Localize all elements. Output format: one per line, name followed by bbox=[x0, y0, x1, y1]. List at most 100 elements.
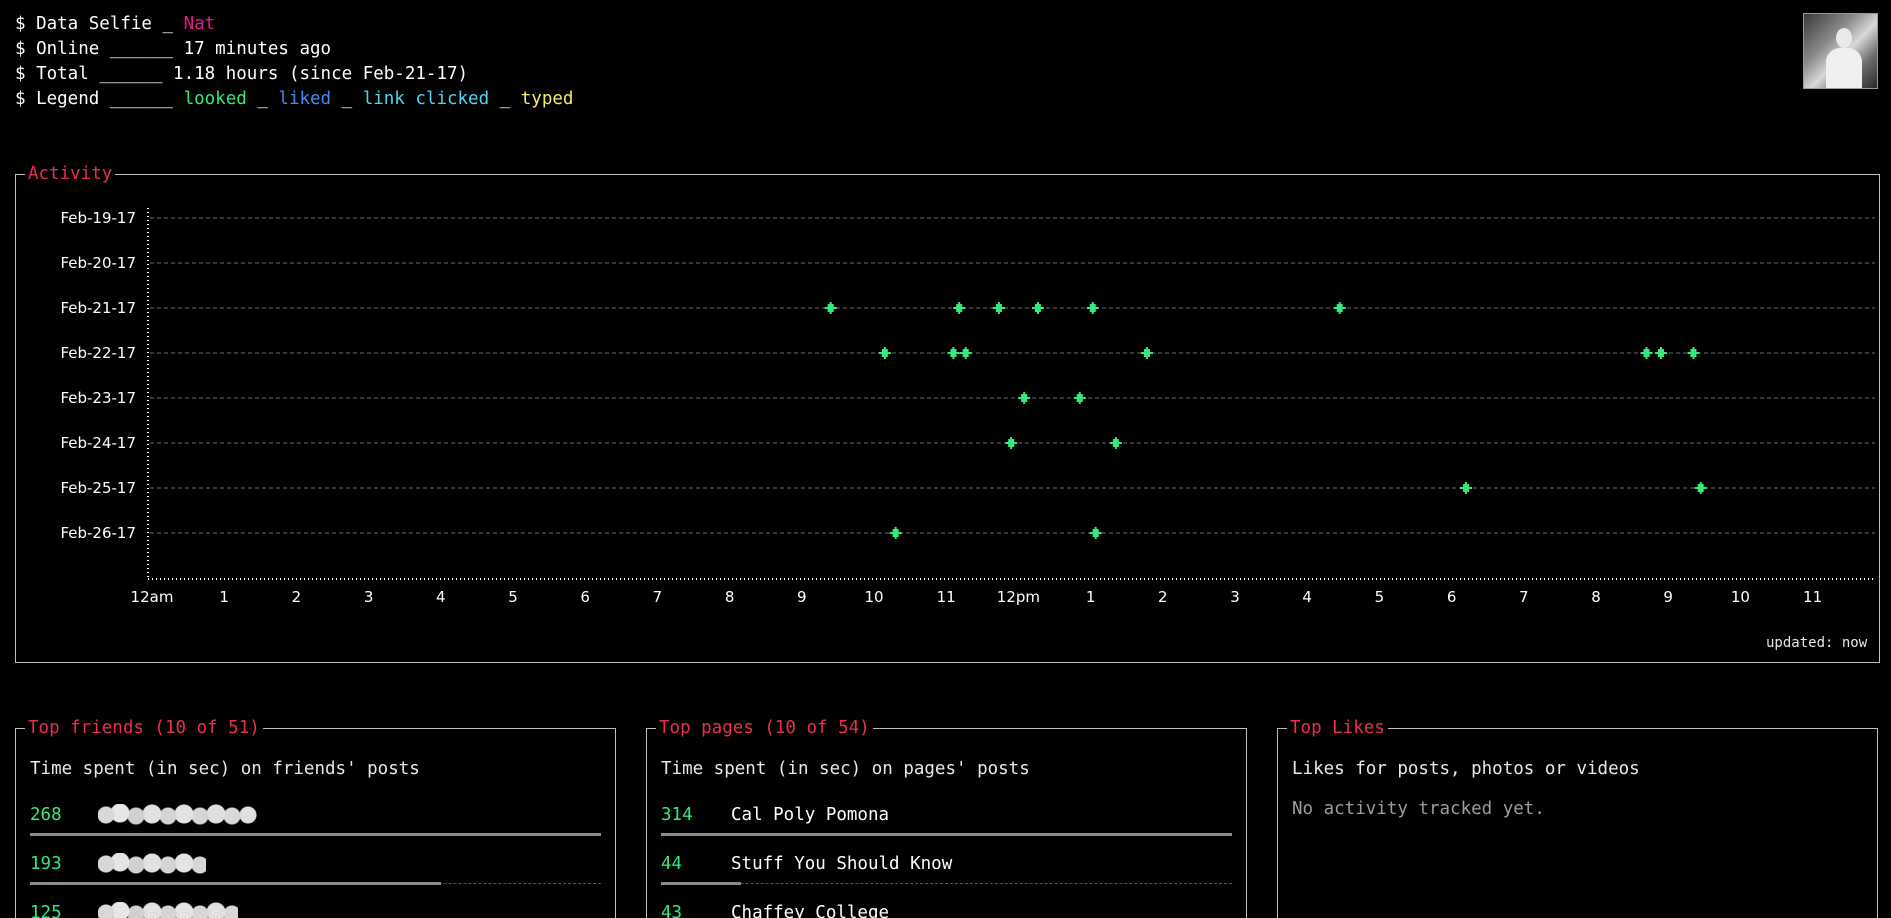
friend-row[interactable]: 268 bbox=[30, 791, 601, 840]
online-value: 17 minutes ago bbox=[183, 39, 332, 59]
activity-point[interactable] bbox=[889, 527, 902, 539]
top-likes-title: Top Likes bbox=[1290, 718, 1385, 738]
x-tick-label: 4 bbox=[1302, 588, 1312, 606]
online-line: $ Online ______ 17 minutes ago bbox=[15, 39, 332, 59]
total-value: 1.18 hours (since Feb-21-17) bbox=[173, 64, 469, 84]
x-tick-label: 10 bbox=[1731, 588, 1750, 606]
friend-time-bar bbox=[30, 882, 442, 885]
y-tick-label: Feb-24-17 bbox=[60, 434, 136, 452]
user-name: Nat bbox=[183, 14, 216, 34]
friend-time: 268 bbox=[30, 805, 62, 825]
top-pages-title: Top pages (10 of 54) bbox=[659, 718, 870, 738]
x-tick-label: 9 bbox=[1663, 588, 1673, 606]
friend-time-bar bbox=[30, 833, 601, 836]
activity-point[interactable] bbox=[1654, 347, 1667, 359]
top-likes-subtitle: Likes for posts, photos or videos bbox=[1292, 759, 1640, 779]
page-time: 314 bbox=[661, 805, 693, 825]
x-tick-label: 2 bbox=[292, 588, 302, 606]
legend-typed: typed bbox=[520, 89, 574, 109]
x-tick-label: 2 bbox=[1158, 588, 1168, 606]
page-row[interactable]: 43 Chaffey College bbox=[661, 889, 1232, 918]
x-tick-label: 7 bbox=[1519, 588, 1529, 606]
top-friends-title: Top friends (10 of 51) bbox=[28, 718, 260, 738]
x-tick-label: 12am bbox=[131, 588, 174, 606]
legend-looked: looked bbox=[183, 89, 247, 109]
activity-point[interactable] bbox=[1018, 392, 1031, 404]
friend-row[interactable]: 125 bbox=[30, 889, 601, 918]
activity-point[interactable] bbox=[1460, 482, 1473, 494]
x-tick-label: 11 bbox=[1803, 588, 1822, 606]
friend-time: 125 bbox=[30, 903, 62, 918]
activity-point[interactable] bbox=[1140, 347, 1153, 359]
activity-point[interactable] bbox=[1333, 302, 1346, 314]
redacted-name bbox=[98, 902, 238, 918]
user-line: $ Data Selfie _ Nat bbox=[15, 14, 216, 34]
top-likes-panel: Top Likes Likes for posts, photos or vid… bbox=[1277, 719, 1878, 918]
page-time-bar bbox=[661, 833, 1232, 836]
activity-point[interactable] bbox=[947, 347, 960, 359]
page-name[interactable]: Stuff You Should Know bbox=[731, 854, 952, 874]
x-tick-label: 8 bbox=[1591, 588, 1601, 606]
updated-label: updated: now bbox=[1766, 635, 1868, 651]
activity-point[interactable] bbox=[953, 302, 966, 314]
page-time: 43 bbox=[661, 903, 683, 918]
x-tick-label: 5 bbox=[508, 588, 518, 606]
activity-point[interactable] bbox=[1109, 437, 1122, 449]
friend-time: 193 bbox=[30, 854, 62, 874]
x-tick-label: 9 bbox=[797, 588, 807, 606]
x-tick-label: 5 bbox=[1375, 588, 1385, 606]
x-tick-label: 10 bbox=[864, 588, 883, 606]
y-tick-label: Feb-20-17 bbox=[60, 254, 136, 272]
x-tick-label: 7 bbox=[653, 588, 663, 606]
top-pages-subtitle: Time spent (in sec) on pages' posts bbox=[661, 759, 1030, 779]
total-line: $ Total ______ 1.18 hours (since Feb-21-… bbox=[15, 64, 469, 84]
page-time: 44 bbox=[661, 854, 683, 874]
activity-point[interactable] bbox=[1640, 347, 1653, 359]
activity-point[interactable] bbox=[959, 347, 972, 359]
page-time-bar bbox=[661, 882, 741, 885]
activity-point[interactable] bbox=[992, 302, 1005, 314]
activity-point[interactable] bbox=[1086, 302, 1099, 314]
page-row[interactable]: 314 Cal Poly Pomona bbox=[661, 791, 1232, 840]
page-name[interactable]: Cal Poly Pomona bbox=[731, 805, 889, 825]
x-tick-label: 3 bbox=[364, 588, 374, 606]
x-tick-label: 4 bbox=[436, 588, 446, 606]
empty-state: No activity tracked yet. bbox=[1292, 799, 1545, 819]
legend-line: $ Legend ______ looked _ liked _ link cl… bbox=[15, 89, 574, 109]
page-name[interactable]: Chaffey College bbox=[731, 903, 889, 918]
y-tick-label: Feb-19-17 bbox=[60, 209, 136, 227]
y-tick-label: Feb-22-17 bbox=[60, 344, 136, 362]
x-tick-label: 11 bbox=[937, 588, 956, 606]
x-tick-label: 1 bbox=[1086, 588, 1096, 606]
activity-point[interactable] bbox=[1687, 347, 1700, 359]
x-tick-label: 1 bbox=[219, 588, 229, 606]
x-tick-label: 12pm bbox=[997, 588, 1040, 606]
activity-chart: Feb-19-17 Feb-20-17 Feb-21-17 Feb-22-17 Feb-… bbox=[60, 208, 1875, 606]
redacted-name bbox=[98, 804, 258, 826]
activity-point[interactable] bbox=[1005, 437, 1018, 449]
x-tick-label: 3 bbox=[1230, 588, 1240, 606]
x-tick-label: 6 bbox=[580, 588, 590, 606]
redacted-name bbox=[98, 853, 206, 875]
avatar[interactable] bbox=[1803, 13, 1878, 89]
y-tick-label: Feb-25-17 bbox=[60, 479, 136, 497]
summary-header: $ Data Selfie _ Nat $ Online ______ 17 m… bbox=[15, 12, 573, 112]
top-friends-subtitle: Time spent (in sec) on friends' posts bbox=[30, 759, 420, 779]
x-tick-label: 6 bbox=[1447, 588, 1457, 606]
friend-row[interactable]: 193 bbox=[30, 840, 601, 889]
activity-point[interactable] bbox=[1073, 392, 1086, 404]
page-row[interactable]: 44 Stuff You Should Know bbox=[661, 840, 1232, 889]
y-tick-label: Feb-23-17 bbox=[60, 389, 136, 407]
legend-link-clicked: link clicked bbox=[362, 89, 490, 109]
activity-point[interactable] bbox=[1694, 482, 1707, 494]
activity-point[interactable] bbox=[1031, 302, 1044, 314]
y-tick-label: Feb-21-17 bbox=[60, 299, 136, 317]
activity-point[interactable] bbox=[824, 302, 837, 314]
top-friends-panel: Top friends (10 of 51) Time spent (in se… bbox=[15, 719, 616, 918]
activity-point[interactable] bbox=[1089, 527, 1102, 539]
top-pages-panel: Top pages (10 of 54) Time spent (in sec)… bbox=[646, 719, 1247, 918]
y-tick-label: Feb-26-17 bbox=[60, 524, 136, 542]
activity-point[interactable] bbox=[878, 347, 891, 359]
legend-liked: liked bbox=[278, 89, 332, 109]
x-tick-label: 8 bbox=[725, 588, 735, 606]
